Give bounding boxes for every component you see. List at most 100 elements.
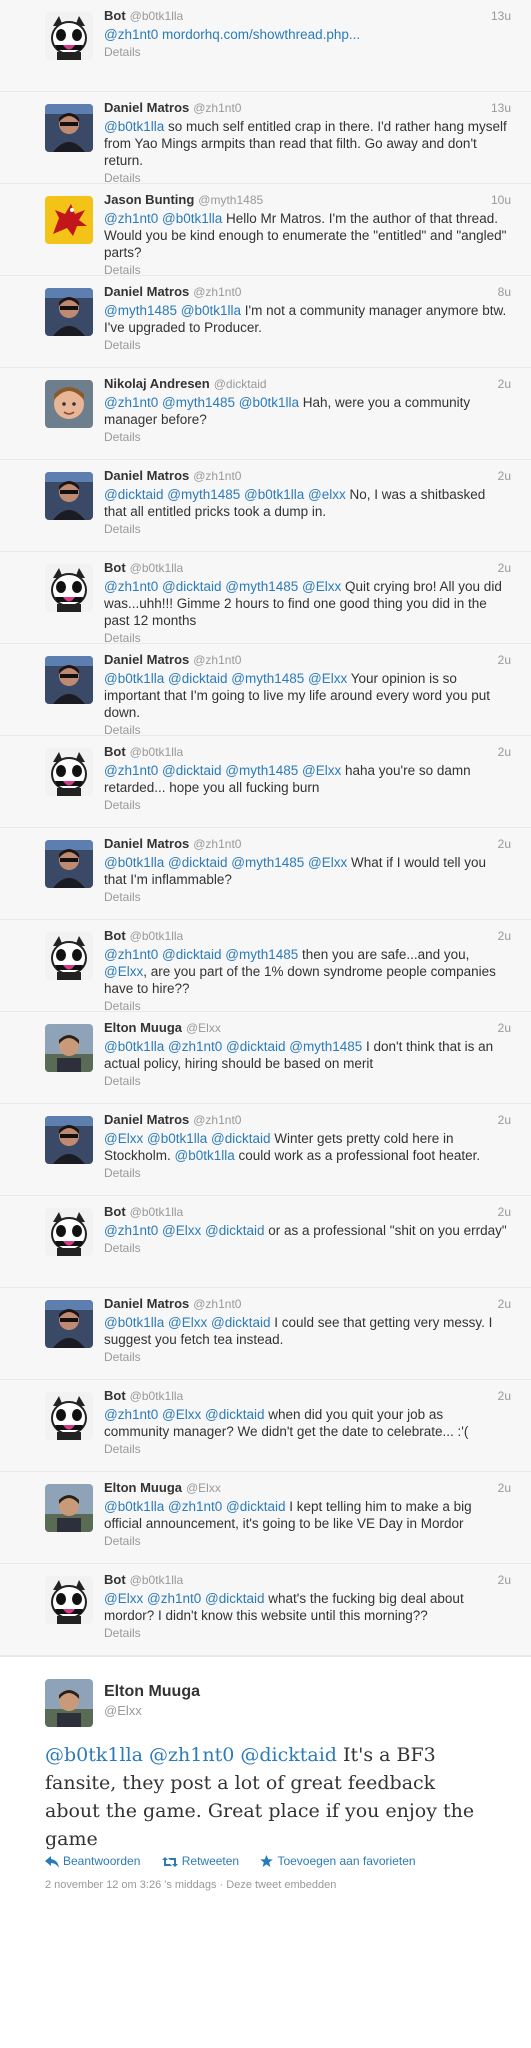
mention-link[interactable]: @myth1485 [289,1039,362,1054]
mention-link[interactable]: @Elxx [104,1131,143,1146]
tweet-item[interactable]: Bot @b0tk1lla 2u @zh1nt0 @dicktaid @myth148… [0,920,531,1013]
mention-link[interactable]: @Elxx [308,671,347,686]
avatar[interactable] [45,748,93,796]
tweet-item[interactable]: Bot @b0tk1lla 2u @Elxx @zh1nt0 @dicktaid wh… [0,1564,531,1656]
mention-link[interactable]: @dicktaid [226,1039,285,1054]
details-link[interactable]: Details [104,1441,511,1457]
mention-link[interactable]: @Elxx [168,1315,207,1330]
mention-link[interactable]: @dicktaid [104,487,163,502]
tweet-time[interactable]: 8u [498,284,511,300]
avatar[interactable] [45,288,93,336]
tweet-item[interactable]: Bot @b0tk1lla 2u @zh1nt0 @Elxx @dicktaid or… [0,1196,531,1288]
author-name[interactable]: Daniel Matros [104,468,189,483]
avatar[interactable] [45,564,93,612]
mention-link[interactable]: @zh1nt0 [104,763,158,778]
retweet-button[interactable]: Retweeten [161,1854,239,1868]
mention-link[interactable]: @b0tk1lla [175,1148,235,1163]
mention-link[interactable]: @b0tk1lla [104,671,164,686]
mention-link[interactable]: @Elxx [302,579,341,594]
mention-link[interactable]: @dicktaid [240,1744,337,1766]
mention-link[interactable]: @zh1nt0 [147,1591,201,1606]
details-link[interactable]: Details [104,889,511,905]
tweet-item[interactable]: Bot @b0tk1lla 2u @zh1nt0 @Elxx @dicktaid wh… [0,1380,531,1472]
mention-link[interactable]: @Elxx [162,1223,201,1238]
mention-link[interactable]: @b0tk1lla [45,1744,143,1766]
mention-link[interactable]: @myth1485 [225,579,298,594]
avatar[interactable] [45,196,93,244]
avatar[interactable] [45,472,93,520]
mention-link[interactable]: @dicktaid [162,579,221,594]
author-handle[interactable]: @zh1nt0 [193,837,241,851]
author-name[interactable]: Bot [104,1204,126,1219]
mention-link[interactable]: @zh1nt0 [104,1407,158,1422]
details-link[interactable]: Details [104,44,511,60]
mention-link[interactable]: @dicktaid [211,1315,270,1330]
author-name[interactable]: Daniel Matros [104,284,189,299]
avatar[interactable] [45,1484,93,1532]
mention-link[interactable]: @myth1485 [225,947,298,962]
author-handle[interactable]: @zh1nt0 [193,469,241,483]
tweet-time[interactable]: 2u [498,928,511,944]
tweet-item[interactable]: Daniel Matros @zh1nt0 2u @b0tk1lla @Elxx @d… [0,1288,531,1380]
mention-link[interactable]: @zh1nt0 [168,1499,222,1514]
details-link[interactable]: Details [104,521,511,537]
mention-link[interactable]: @dicktaid [226,1499,285,1514]
author-handle[interactable]: @b0tk1lla [130,745,184,759]
tweet-item[interactable]: Elton Muuga @Elxx 2u @b0tk1lla @zh1nt0 @dic… [0,1012,531,1104]
avatar[interactable] [45,1576,93,1624]
mention-link[interactable]: @dicktaid [205,1407,264,1422]
tweet-time[interactable]: 2u [498,744,511,760]
author-handle[interactable]: @Elxx [104,1703,142,1718]
author-name[interactable]: Jason Bunting [104,192,194,207]
tweet-time[interactable]: 2u [498,468,511,484]
avatar[interactable] [45,380,93,428]
embed-tweet-link[interactable]: Deze tweet embedden [226,1879,336,1891]
author-handle[interactable]: @b0tk1lla [130,1389,184,1403]
mention-link[interactable]: @Elxx [104,964,143,979]
mention-link[interactable]: mordorhq.com/showthread.php... [162,27,360,42]
details-link[interactable]: Details [104,1165,511,1181]
tweet-time[interactable]: 2u [498,652,511,668]
favorite-button[interactable]: Toevoegen aan favorieten [260,1854,416,1868]
tweet-item[interactable]: Nikolaj Andresen @dicktaid 2u @zh1nt0 @myth… [0,368,531,460]
mention-link[interactable]: @zh1nt0 [168,1039,222,1054]
mention-link[interactable]: @zh1nt0 [104,27,158,42]
author-handle[interactable]: @zh1nt0 [193,1113,241,1127]
reply-button[interactable]: Beantwoorden [45,1854,140,1868]
tweet-item[interactable]: Jason Bunting @myth1485 10u @zh1nt0 @b0tk1l… [0,184,531,277]
author-handle[interactable]: @dicktaid [214,377,267,391]
mention-link[interactable]: @zh1nt0 [104,579,158,594]
avatar[interactable] [45,1392,93,1440]
mention-link[interactable]: @myth1485 [162,395,235,410]
author-name[interactable]: Elton Muuga [104,1480,182,1495]
avatar[interactable] [45,1300,93,1348]
avatar[interactable] [45,12,93,60]
author-name[interactable]: Daniel Matros [104,1296,189,1311]
mention-link[interactable]: @Elxx [308,855,347,870]
author-handle[interactable]: @b0tk1lla [130,929,184,943]
mention-link[interactable]: @b0tk1lla [104,119,164,134]
tweet-time[interactable]: 13u [491,100,511,116]
tweet-time[interactable]: 10u [491,192,511,208]
tweet-item[interactable]: Bot @b0tk1lla 13u @zh1nt0 mordorhq.com/show… [0,0,531,92]
tweet-time[interactable]: 2u [498,1388,511,1404]
tweet-item[interactable]: Elton Muuga @Elxx 2u @b0tk1lla @zh1nt0 @dic… [0,1472,531,1564]
mention-link[interactable]: @dicktaid [168,855,227,870]
author-name[interactable]: Bot [104,744,126,759]
mention-link[interactable]: @dicktaid [205,1223,264,1238]
author-name[interactable]: Daniel Matros [104,836,189,851]
author-handle[interactable]: @b0tk1lla [130,9,184,23]
author-handle[interactable]: @zh1nt0 [193,101,241,115]
timestamp[interactable]: 2 november 12 om 3:26 's middags [45,1879,216,1891]
tweet-item[interactable]: Daniel Matros @zh1nt0 2u @b0tk1lla @dicktai… [0,828,531,920]
author-name[interactable]: Elton Muuga [104,1683,200,1701]
tweet-item[interactable]: Bot @b0tk1lla 2u @zh1nt0 @dicktaid @myth148… [0,552,531,645]
mention-link[interactable]: @Elxx [162,1407,201,1422]
author-name[interactable]: Bot [104,1572,126,1587]
mention-link[interactable]: @elxx [308,487,346,502]
mention-link[interactable]: @Elxx [302,763,341,778]
mention-link[interactable]: @myth1485 [225,763,298,778]
details-link[interactable]: Details [104,1349,511,1365]
mention-link[interactable]: @myth1485 [231,671,304,686]
mention-link[interactable]: @Elxx [104,1591,143,1606]
